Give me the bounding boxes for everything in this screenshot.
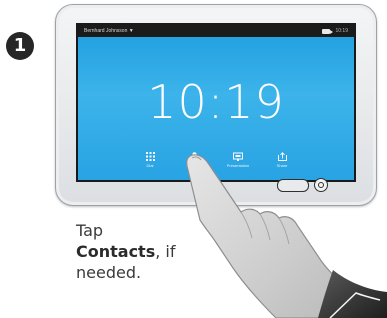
dock-label-share: Share xyxy=(276,163,288,168)
dock-item-share[interactable]: Share xyxy=(270,152,294,168)
device-screen: Bernhard Johnsson ▼ 10:19 10:19 Dial Con… xyxy=(76,23,356,182)
user-name[interactable]: Bernhard Johnsson ▼ xyxy=(84,25,134,37)
instruction-suffix: , if xyxy=(155,242,176,261)
dock-label-contacts: Contacts xyxy=(186,163,202,168)
clock-display: 10:19 xyxy=(147,75,285,129)
share-icon xyxy=(277,152,287,161)
status-time: 10:19 xyxy=(335,28,348,34)
instruction-contacts-bold: Contacts xyxy=(76,242,156,261)
dock-label-dial: Dial xyxy=(146,163,154,168)
dock-item-dial[interactable]: Dial xyxy=(138,152,162,168)
status-bar: Bernhard Johnsson ▼ 10:19 xyxy=(78,25,354,37)
presentation-icon xyxy=(233,152,243,161)
status-right-group: 10:19 xyxy=(322,25,348,37)
instruction-line-3: needed. xyxy=(76,263,142,282)
dock-item-presentation[interactable]: Presentation xyxy=(226,152,250,168)
dock: Dial Contacts Presentation Share xyxy=(78,152,354,168)
step-number-badge: 1 xyxy=(6,32,34,60)
instruction-line-1: Tap xyxy=(76,221,104,240)
instruction-text: Tap Contacts, if needed. xyxy=(76,220,226,283)
home-button[interactable] xyxy=(277,179,309,192)
contact-icon xyxy=(190,152,198,161)
touch-panel-device: Bernhard Johnsson ▼ 10:19 10:19 Dial Con… xyxy=(55,4,377,206)
dock-item-contacts[interactable]: Contacts xyxy=(182,152,206,168)
camera-icon[interactable] xyxy=(322,28,334,34)
power-button[interactable] xyxy=(314,178,328,192)
grid-icon xyxy=(145,152,155,161)
dock-label-presentation: Presentation xyxy=(226,163,250,168)
instruction-line-2: Contacts, if xyxy=(76,241,226,262)
